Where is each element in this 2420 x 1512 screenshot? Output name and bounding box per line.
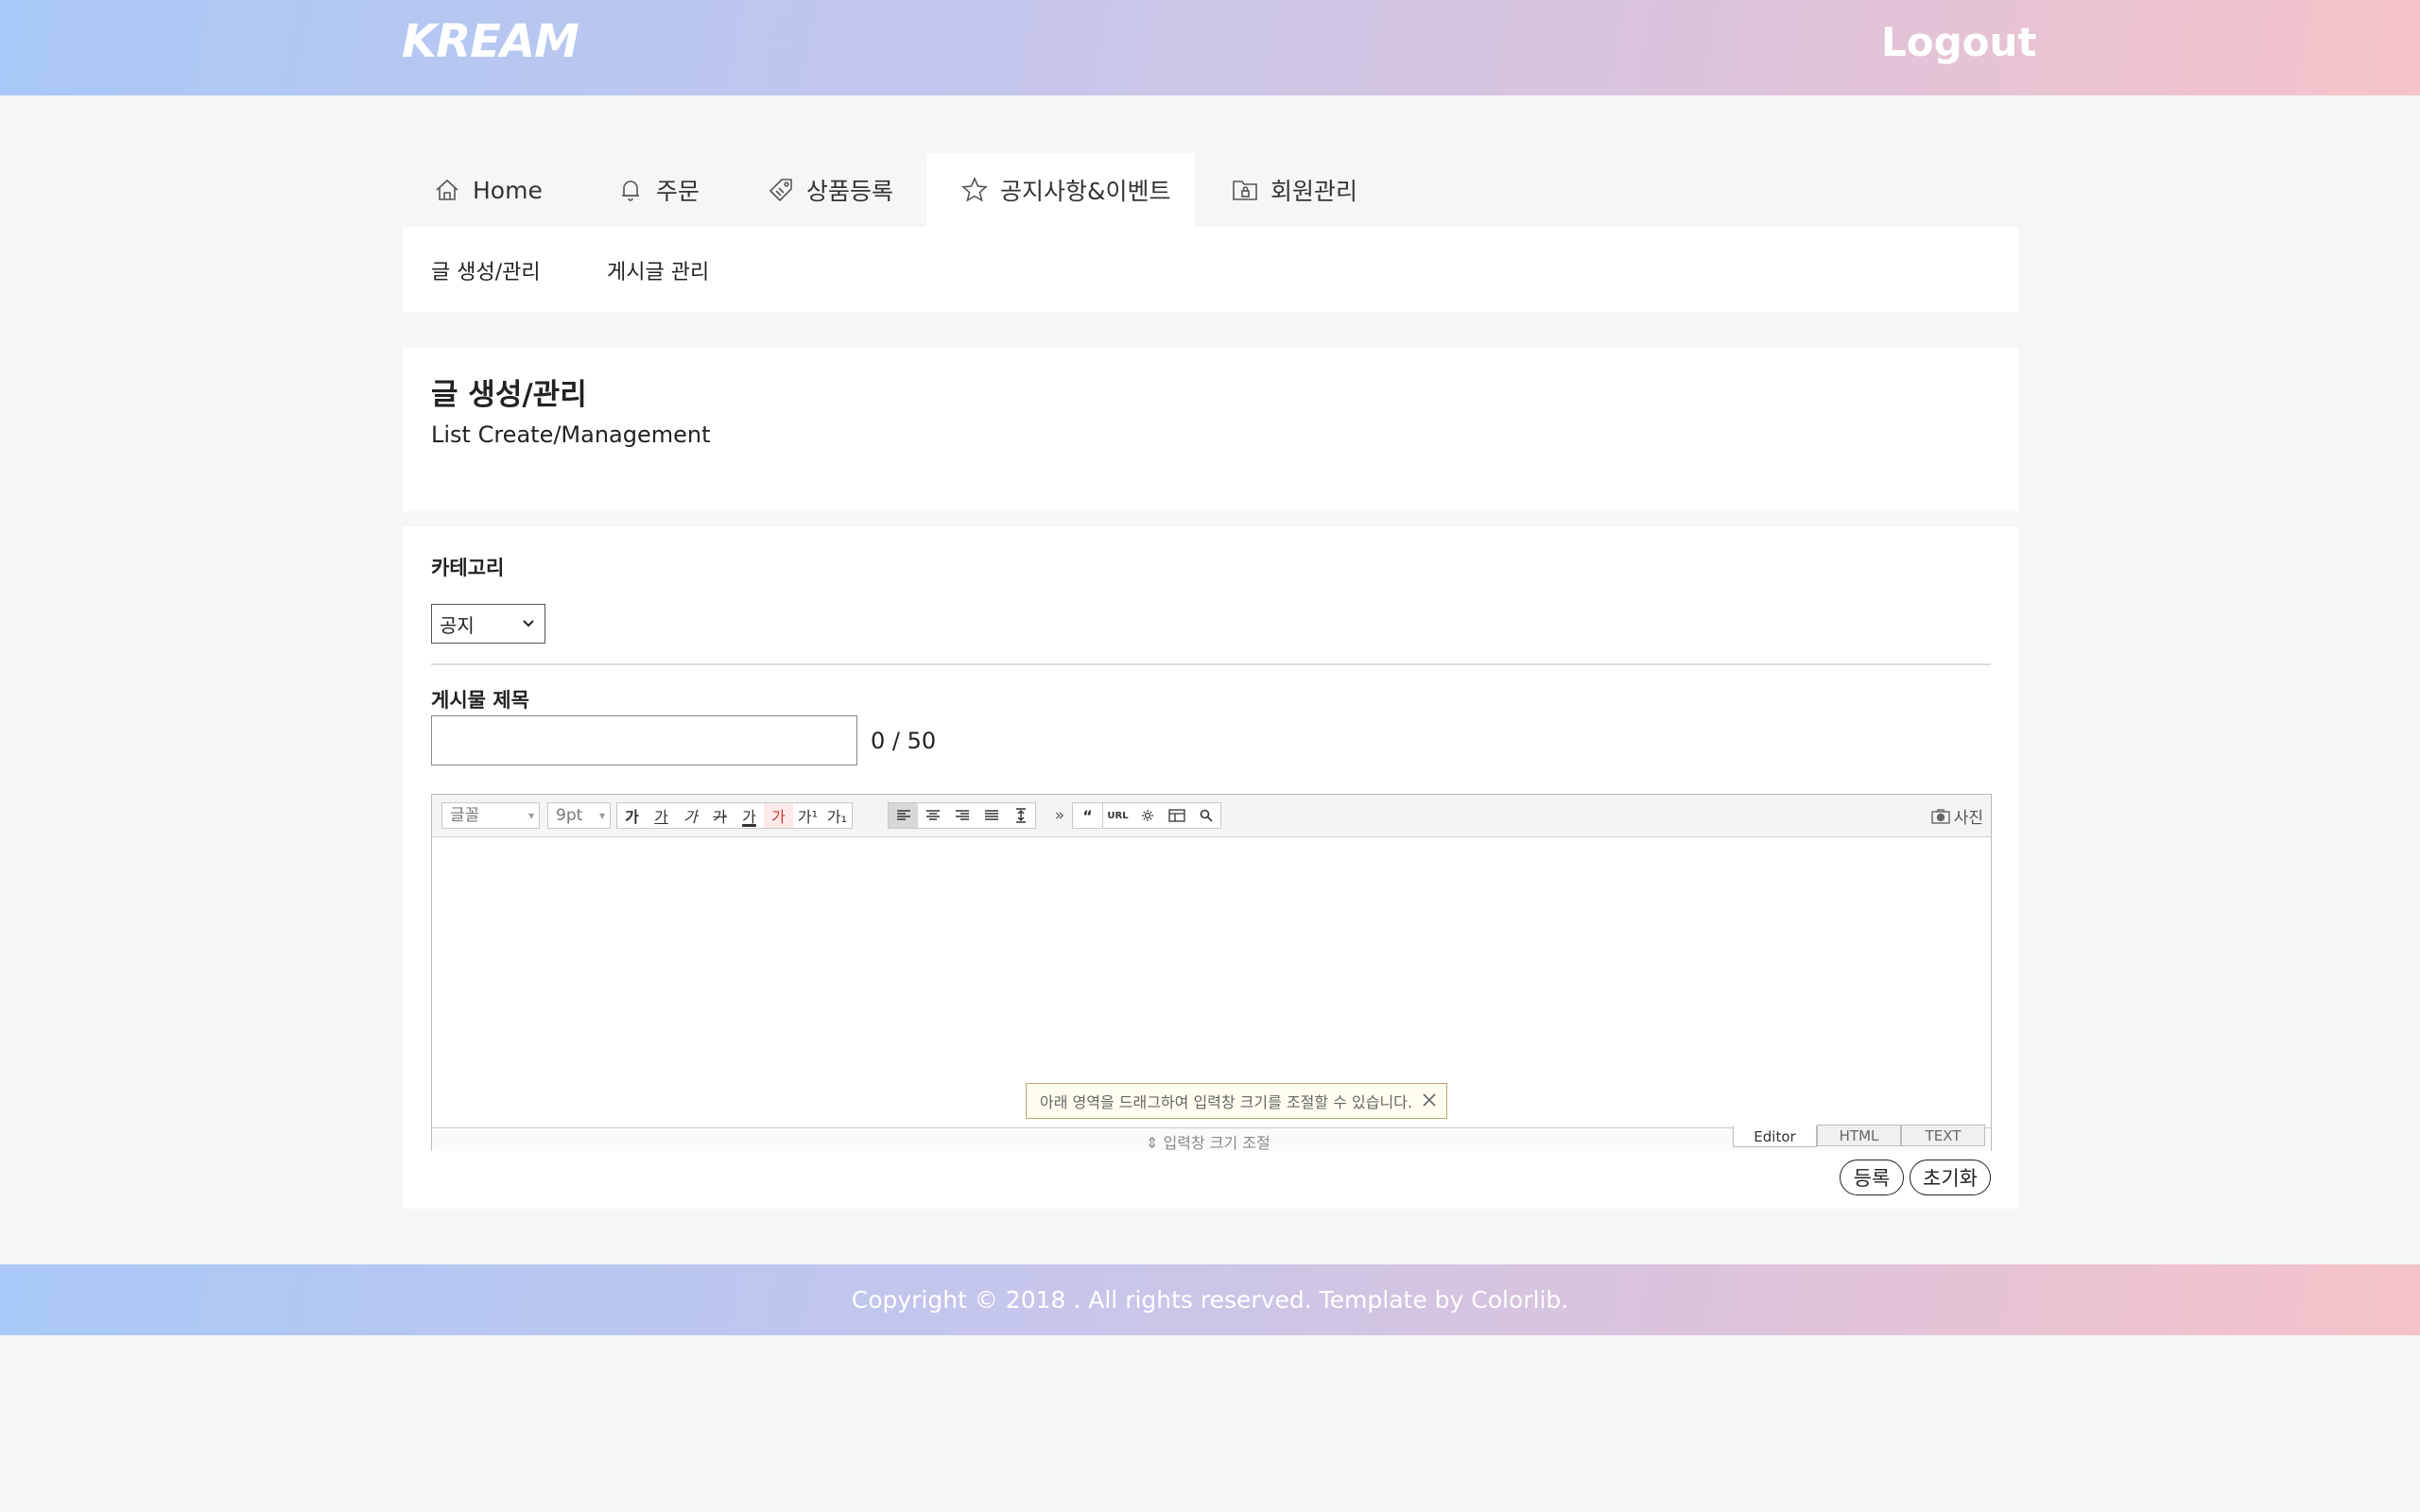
table-icon xyxy=(1167,809,1185,822)
tab-home-label: Home xyxy=(473,176,543,204)
camera-icon xyxy=(1931,808,1950,824)
star-icon xyxy=(961,177,988,202)
align-right-button[interactable] xyxy=(947,803,977,828)
category-select[interactable]: 공지 xyxy=(431,604,545,644)
bell-icon xyxy=(622,180,639,201)
tab-product-label: 상품등록 xyxy=(806,178,894,205)
text-format-group: 가 가 가 가 가 가 가¹ 가₁ xyxy=(616,802,853,829)
special-char-button[interactable] xyxy=(1132,803,1162,828)
line-height-button[interactable] xyxy=(1006,803,1035,828)
tab-order[interactable]: 주문 xyxy=(616,153,700,227)
align-right-icon xyxy=(955,810,969,820)
subnav-create-manage[interactable]: 글 생성/관리 xyxy=(431,255,541,285)
title-char-counter: 0 / 50 xyxy=(871,728,937,754)
close-icon[interactable] xyxy=(1418,1089,1441,1111)
link-button[interactable]: URL xyxy=(1103,803,1132,828)
sub-navigation: 글 생성/관리 게시글 관리 xyxy=(403,227,2018,312)
special-char-icon xyxy=(1141,810,1153,821)
editor-toolbar: 글꼴 9pt 가 가 가 가 가 가 가¹ 가₁ » “ xyxy=(432,795,1991,837)
top-header: KREAM Logout xyxy=(0,0,2420,95)
logo[interactable]: KREAM xyxy=(402,15,579,68)
table-button[interactable] xyxy=(1162,803,1191,828)
resize-tip-text: 아래 영역을 드래그하여 입력창 크기를 조절할 수 있습니다. xyxy=(1040,1093,1412,1111)
align-left-icon xyxy=(896,810,910,820)
more-options-button[interactable]: » xyxy=(1047,802,1072,829)
mode-tab-html[interactable]: HTML xyxy=(1817,1125,1901,1146)
tab-order-label: 주문 xyxy=(656,178,700,205)
font-color-button[interactable]: 가 xyxy=(735,803,764,828)
post-form: 카테고리 공지 게시물 제목 0 / 50 글꼴 9pt 가 가 가 가 가 가… xyxy=(403,526,2018,1209)
post-title-input[interactable] xyxy=(431,715,857,765)
mode-tab-text[interactable]: TEXT xyxy=(1901,1125,1985,1146)
page-subtitle: List Create/Management xyxy=(431,421,711,448)
tab-notice-label: 공지사항&이벤트 xyxy=(1000,178,1171,205)
bold-button[interactable]: 가 xyxy=(617,803,647,828)
underline-button[interactable]: 가 xyxy=(647,803,676,828)
align-center-button[interactable] xyxy=(918,803,947,828)
divider xyxy=(431,663,1991,665)
chevron-down-icon xyxy=(523,620,534,627)
align-justify-button[interactable] xyxy=(977,803,1006,828)
italic-button[interactable]: 가 xyxy=(676,803,705,828)
resize-handle-label: 입력창 크기 조절 xyxy=(1163,1134,1270,1152)
tab-member[interactable]: 회원관리 xyxy=(1231,153,1357,227)
magnifier-icon xyxy=(1200,809,1213,822)
photo-upload-button[interactable]: 사진 xyxy=(1931,804,1983,828)
subnav-post-manage[interactable]: 게시글 관리 xyxy=(607,255,709,285)
resize-handle[interactable]: ⇕ 입력창 크기 조절 xyxy=(1146,1130,1270,1153)
title-card: 글 생성/관리 List Create/Management xyxy=(403,348,2018,511)
align-left-button[interactable] xyxy=(889,803,918,828)
font-family-select[interactable]: 글꼴 xyxy=(441,802,540,829)
main-tabs: Home 주문 상품등록 공지사항&이벤트 회원관리 xyxy=(403,153,2018,227)
rich-text-editor: 글꼴 9pt 가 가 가 가 가 가 가¹ 가₁ » “ xyxy=(431,794,1992,1153)
tab-product[interactable]: 상품등록 xyxy=(767,153,893,227)
reset-button[interactable]: 초기화 xyxy=(1910,1160,1991,1195)
subscript-button[interactable]: 가₁ xyxy=(822,803,852,828)
mode-tab-editor[interactable]: Editor xyxy=(1733,1125,1817,1147)
superscript-button[interactable]: 가¹ xyxy=(793,803,822,828)
strikethrough-button[interactable]: 가 xyxy=(705,803,735,828)
tab-home[interactable]: Home xyxy=(433,153,543,227)
editor-footer: ⇕ 입력창 크기 조절 Editor HTML TEXT xyxy=(432,1125,1991,1153)
tab-member-label: 회원관리 xyxy=(1270,178,1358,205)
line-height-icon xyxy=(1015,808,1026,823)
font-size-select[interactable]: 9pt xyxy=(547,802,611,829)
page-title: 글 생성/관리 xyxy=(431,378,587,412)
submit-button[interactable]: 등록 xyxy=(1840,1160,1904,1195)
quote-button[interactable]: “ xyxy=(1073,803,1102,828)
resize-tooltip: 아래 영역을 드래그하여 입력창 크기를 조절할 수 있습니다. xyxy=(1026,1083,1447,1119)
category-label: 카테고리 xyxy=(431,557,505,579)
align-center-icon xyxy=(925,810,940,820)
tag-icon xyxy=(769,179,792,202)
copyright-text: Copyright © 2018 . All rights reserved. … xyxy=(851,1286,1569,1314)
find-replace-button[interactable] xyxy=(1191,803,1220,828)
lock-folder-icon xyxy=(1233,180,1257,200)
highlight-color-button[interactable]: 가 xyxy=(764,803,793,828)
resize-arrows-icon: ⇕ xyxy=(1146,1134,1159,1152)
footer: Copyright © 2018 . All rights reserved. … xyxy=(0,1264,2420,1335)
tab-notice-event[interactable]: 공지사항&이벤트 xyxy=(926,153,1194,227)
insert-group: URL xyxy=(1102,802,1221,829)
photo-label: 사진 xyxy=(1953,809,1983,828)
logout-link[interactable]: Logout xyxy=(1881,19,2037,65)
home-icon xyxy=(436,179,458,200)
category-value: 공지 xyxy=(440,613,475,637)
align-justify-icon xyxy=(984,810,998,820)
quote-group: “ xyxy=(1072,802,1103,829)
post-title-label: 게시물 제목 xyxy=(431,689,529,712)
align-group xyxy=(888,802,1036,829)
